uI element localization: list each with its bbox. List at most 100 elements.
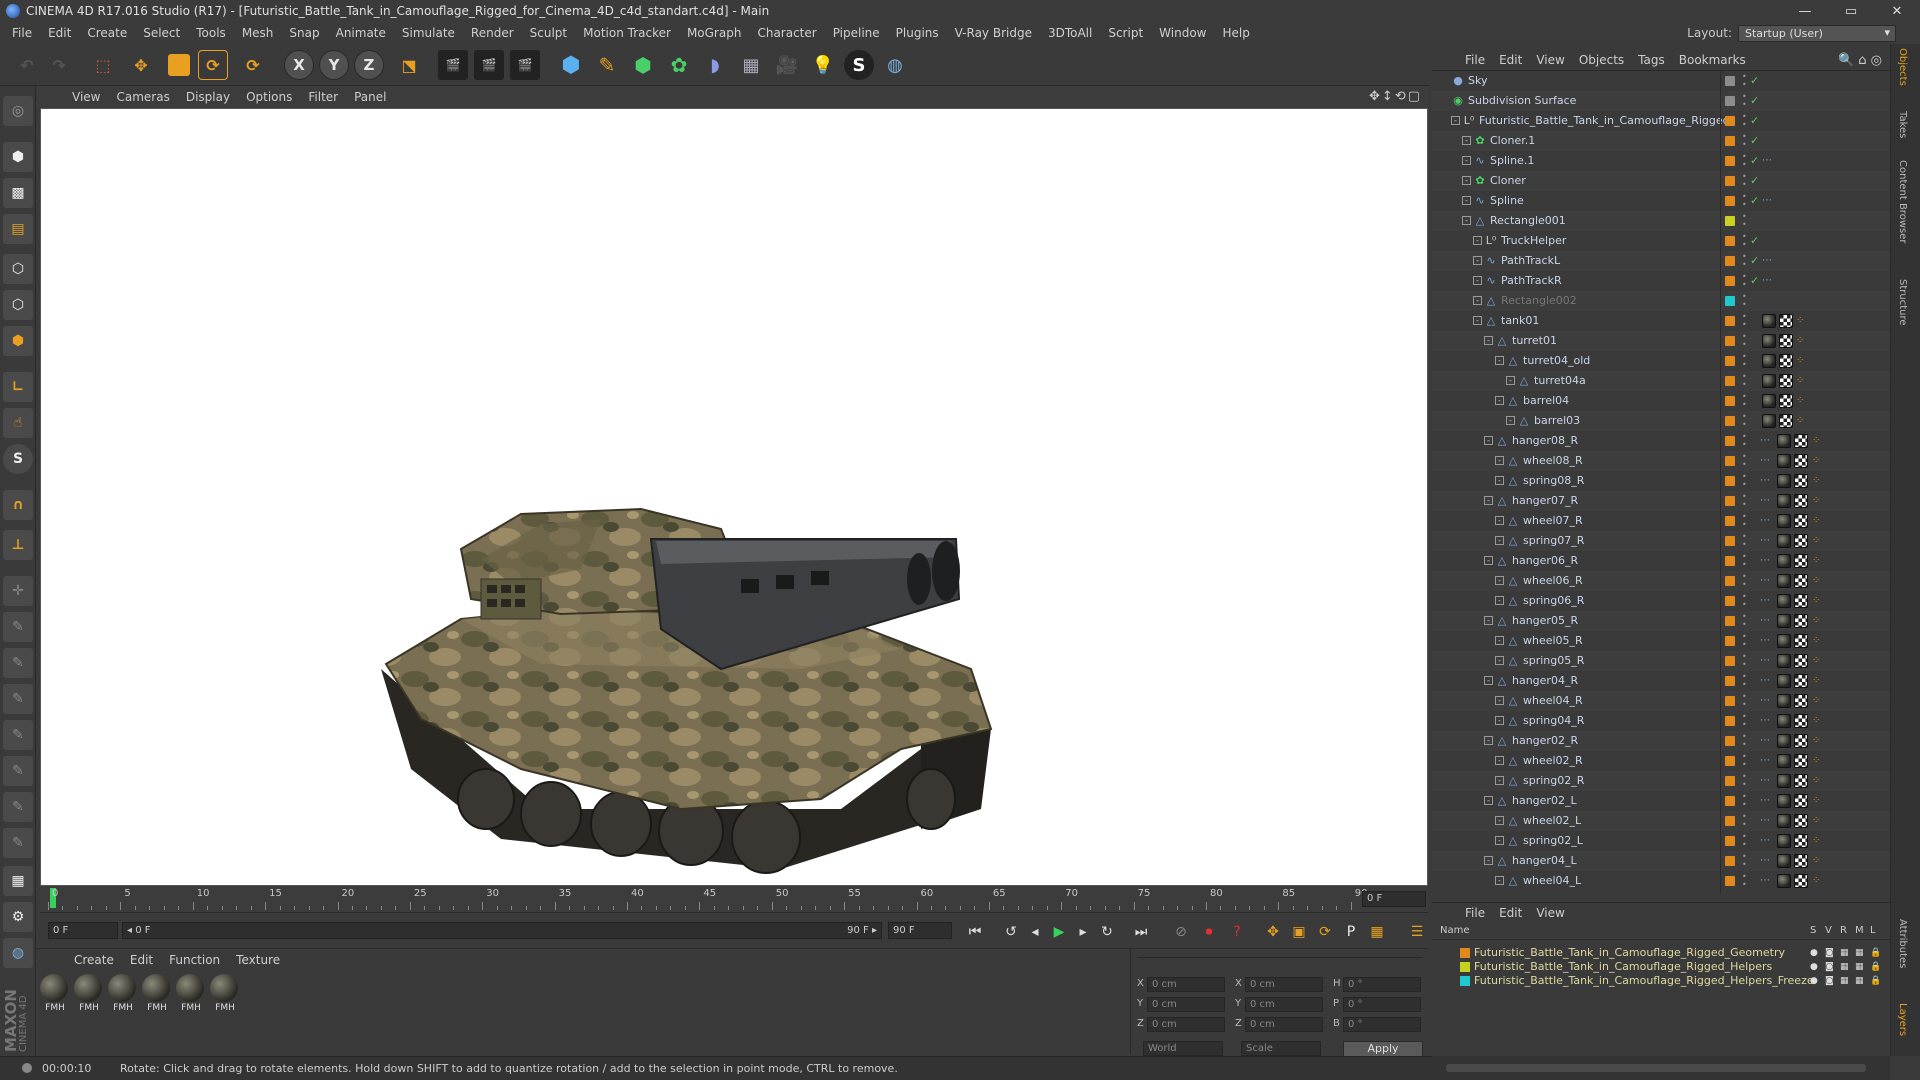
live-selection-icon[interactable]: ⬚ <box>88 50 118 80</box>
lock-flag-icon[interactable]: 🔒 <box>1870 960 1881 974</box>
object-layer-color[interactable] <box>1725 516 1735 526</box>
expand-toggle-icon[interactable]: - <box>1495 696 1504 705</box>
object-row[interactable]: - △ wheel05_R • • ⁘ ⋯ <box>1432 631 1890 651</box>
render-settings-icon[interactable]: 🎬 <box>510 50 540 80</box>
undo-icon[interactable]: ↶ <box>12 50 42 80</box>
material-tag-icon[interactable] <box>1777 594 1791 608</box>
constraint-tag-icon[interactable]: ⋯ <box>1760 634 1774 648</box>
expand-toggle-icon[interactable]: - <box>1484 856 1493 865</box>
object-name[interactable]: Rectangle002 <box>1501 291 1577 311</box>
polygons-mode-icon[interactable]: ⬢ <box>3 326 33 356</box>
uvw-tag-icon[interactable] <box>1794 754 1808 768</box>
menu-motion-tracker[interactable]: Motion Tracker <box>575 22 679 44</box>
key-parameter-icon[interactable]: P <box>1340 921 1362 943</box>
menu-simulate[interactable]: Simulate <box>394 22 463 44</box>
visibility-dots-icon[interactable]: • • <box>1742 493 1747 509</box>
visibility-dots-icon[interactable]: • • <box>1742 173 1747 189</box>
constraint-tag-icon[interactable]: ⋯ <box>1760 674 1774 688</box>
object-row[interactable]: - △ barrel03 • • ⁘ <box>1432 411 1890 431</box>
render-flag-icon[interactable]: ▦ <box>1840 946 1849 960</box>
object-name[interactable]: hanger07_R <box>1512 491 1578 511</box>
object-name[interactable]: barrel03 <box>1534 411 1580 431</box>
selection-tag-icon[interactable]: ⁘ <box>1812 534 1826 548</box>
object-row[interactable]: - L⁰ TruckHelper • • ✓ <box>1432 231 1890 251</box>
material-tag-icon[interactable] <box>1777 754 1791 768</box>
expand-toggle-icon[interactable]: - <box>1484 336 1493 345</box>
object-row[interactable]: - △ wheel02_R • • ⁘ ⋯ <box>1432 751 1890 771</box>
object-row[interactable]: - △ spring06_R • • ⁘ ⋯ <box>1432 591 1890 611</box>
selection-tag-icon[interactable]: ⁘ <box>1796 414 1810 428</box>
play-forward-icon[interactable]: ▶ <box>1048 921 1070 943</box>
object-name[interactable]: Sky <box>1468 71 1487 91</box>
object-row[interactable]: - ✿ Cloner • • ✓ <box>1432 171 1890 191</box>
uvw-tag-icon[interactable] <box>1794 734 1808 748</box>
material-tag-icon[interactable] <box>1777 814 1791 828</box>
layer-name[interactable]: Futuristic_Battle_Tank_in_Camouflage_Rig… <box>1474 960 1772 974</box>
expand-toggle-icon[interactable]: - <box>1462 216 1471 225</box>
expand-toggle-icon[interactable]: - <box>1495 396 1504 405</box>
object-name[interactable]: Rectangle001 <box>1490 211 1566 231</box>
layer-name[interactable]: Futuristic_Battle_Tank_in_Camouflage_Rig… <box>1474 974 1814 988</box>
menu-mesh[interactable]: Mesh <box>234 22 282 44</box>
material-tag-icon[interactable] <box>1762 314 1776 328</box>
end-frame-field[interactable]: 90 F <box>888 922 952 939</box>
visibility-dots-icon[interactable]: • • <box>1742 293 1747 309</box>
object-layer-color[interactable] <box>1725 276 1735 286</box>
material-swatch[interactable]: FMH <box>176 974 206 1016</box>
selection-tag-icon[interactable]: ⁘ <box>1812 654 1826 668</box>
object-row[interactable]: - △ spring07_R • • ⁘ ⋯ <box>1432 531 1890 551</box>
visibility-dots-icon[interactable]: • • <box>1742 333 1747 349</box>
selection-tag-icon[interactable]: ⁘ <box>1812 754 1826 768</box>
visibility-dots-icon[interactable]: • • <box>1742 753 1747 769</box>
object-layer-color[interactable] <box>1725 716 1735 726</box>
material-menu-texture[interactable]: Texture <box>228 953 288 967</box>
object-layer-color[interactable] <box>1725 696 1735 706</box>
viewport-menu-display[interactable]: Display <box>178 90 238 104</box>
visibility-dots-icon[interactable]: • • <box>1742 593 1747 609</box>
object-name[interactable]: wheel04_R <box>1523 691 1583 711</box>
enabled-check-icon[interactable]: ✓ <box>1750 91 1759 111</box>
object-row[interactable]: - △ Rectangle001 • • <box>1432 211 1890 231</box>
constraint-tag-icon[interactable]: ⋯ <box>1760 834 1774 848</box>
object-layer-color[interactable] <box>1725 336 1735 346</box>
visibility-dots-icon[interactable]: • • <box>1742 453 1747 469</box>
object-name[interactable]: hanger08_R <box>1512 431 1578 451</box>
selection-tag-icon[interactable]: ⁘ <box>1812 554 1826 568</box>
expand-toggle-icon[interactable]: - <box>1484 556 1493 565</box>
scale-tool-icon[interactable] <box>168 54 190 76</box>
object-row[interactable]: - △ wheel04_L • • ⁘ ⋯ <box>1432 871 1890 891</box>
object-layer-color[interactable] <box>1725 576 1735 586</box>
render-picture-viewer-icon[interactable]: 🎬 <box>474 50 504 80</box>
layout-dropdown[interactable]: Startup (User) <box>1738 24 1896 42</box>
camera-icon[interactable]: 🎥 <box>772 50 802 80</box>
move-tool-icon[interactable]: ✥ <box>126 50 156 80</box>
object-name[interactable]: spring02_L <box>1523 831 1583 851</box>
viewport-menu-cameras[interactable]: Cameras <box>108 90 177 104</box>
expand-toggle-icon[interactable]: - <box>1495 776 1504 785</box>
visibility-dots-icon[interactable]: • • <box>1742 393 1747 409</box>
object-row[interactable]: ◉ Subdivision Surface • • ✓ <box>1432 91 1890 111</box>
object-menu-view[interactable]: View <box>1529 53 1571 67</box>
material-tag-icon[interactable] <box>1777 554 1791 568</box>
uvw-tag-icon[interactable] <box>1794 774 1808 788</box>
uvw-tag-icon[interactable] <box>1794 674 1808 688</box>
timeline-menu-icon[interactable]: ☰ <box>1406 921 1428 943</box>
material-tag-icon[interactable] <box>1777 794 1791 808</box>
object-row[interactable]: - △ hanger04_R • • ⁘ ⋯ <box>1432 671 1890 691</box>
material-tag-icon[interactable] <box>1762 334 1776 348</box>
constraint-tag-icon[interactable]: ⋯ <box>1760 714 1774 728</box>
visibility-dots-icon[interactable]: • • <box>1742 353 1747 369</box>
snap-icon[interactable]: ∩ <box>3 490 33 520</box>
expand-toggle-icon[interactable]: - <box>1484 616 1493 625</box>
object-menu-file[interactable]: File <box>1458 53 1492 67</box>
visibility-dots-icon[interactable]: • • <box>1742 113 1747 129</box>
constraint-tag-icon[interactable]: ⋯ <box>1760 454 1774 468</box>
expand-toggle-icon[interactable]: - <box>1473 316 1482 325</box>
material-tag-icon[interactable] <box>1777 694 1791 708</box>
solo-mode-icon[interactable]: S <box>3 444 33 474</box>
object-layer-color[interactable] <box>1725 96 1735 106</box>
selection-tag-icon[interactable]: ⁘ <box>1812 694 1826 708</box>
enabled-check-icon[interactable]: ✓ <box>1750 271 1759 291</box>
visible-flag-icon[interactable]: ◙ <box>1825 974 1834 988</box>
expand-toggle-icon[interactable]: - <box>1495 876 1504 885</box>
